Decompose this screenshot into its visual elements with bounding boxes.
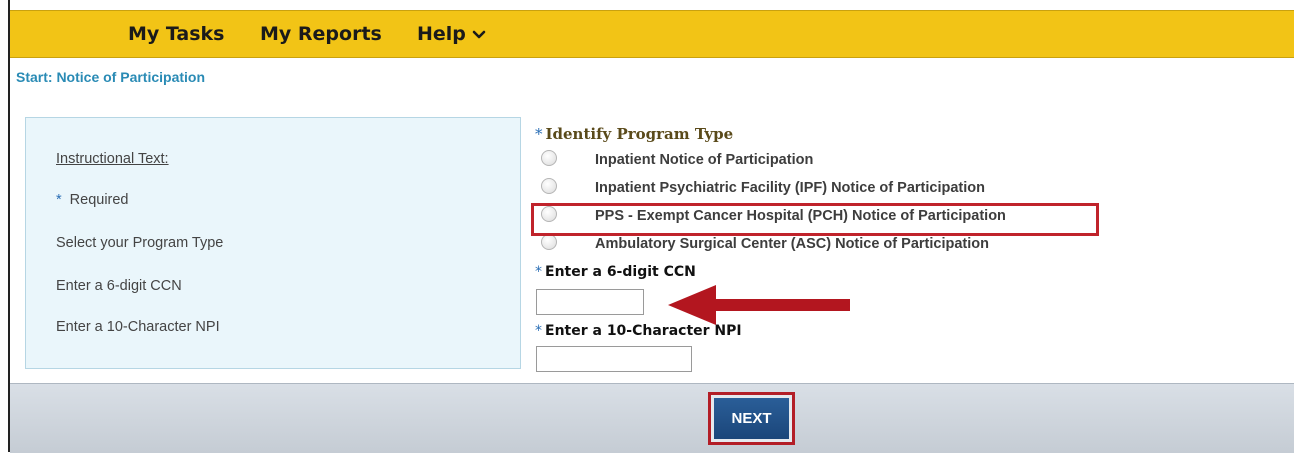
instruction-npi: Enter a 10-Character NPI [56, 319, 220, 335]
next-button-highlight: NEXT [708, 392, 795, 445]
radio-button[interactable] [541, 234, 557, 250]
instructional-panel: Instructional Text: * Required Select you… [25, 117, 521, 369]
top-nav-bar: My Tasks My Reports Help [10, 10, 1294, 58]
ccn-label-text: Enter a 6-digit CCN [545, 264, 696, 280]
footer-bar [10, 383, 1294, 453]
nav-help-menu[interactable]: Help [417, 11, 486, 57]
required-star: * [535, 264, 542, 280]
program-type-label: Identify Program Type [545, 125, 734, 143]
radio-label: Inpatient Notice of Participation [595, 152, 814, 168]
radio-button[interactable] [541, 150, 557, 166]
nav-my-tasks[interactable]: My Tasks [128, 11, 225, 57]
npi-field-label: * Enter a 10-Character NPI [535, 323, 742, 339]
required-text: Required [69, 192, 129, 208]
npi-input[interactable] [536, 346, 692, 372]
nav-help-label: Help [417, 23, 466, 45]
instruction-program-type: Select your Program Type [56, 235, 224, 251]
instructional-title: Instructional Text: [56, 151, 169, 167]
ccn-input[interactable] [536, 289, 644, 315]
npi-label-text: Enter a 10-Character NPI [545, 323, 742, 339]
radio-label: Inpatient Psychiatric Facility (IPF) Not… [595, 180, 985, 196]
pch-option-highlight [531, 203, 1099, 236]
breadcrumb: Start: Notice of Participation [16, 69, 206, 85]
radio-button[interactable] [541, 178, 557, 194]
required-note: * Required [56, 192, 129, 208]
program-type-title: * Identify Program Type [535, 125, 733, 143]
ccn-field-label: * Enter a 6-digit CCN [535, 264, 696, 280]
arrow-left-icon [668, 285, 850, 325]
required-star: * [535, 323, 542, 339]
radio-label: Ambulatory Surgical Center (ASC) Notice … [595, 236, 989, 252]
required-star: * [535, 125, 543, 143]
next-button[interactable]: NEXT [714, 398, 789, 439]
instruction-ccn: Enter a 6-digit CCN [56, 278, 182, 294]
nav-my-reports[interactable]: My Reports [260, 11, 382, 57]
required-star: * [56, 192, 62, 208]
chevron-down-icon [472, 30, 486, 38]
